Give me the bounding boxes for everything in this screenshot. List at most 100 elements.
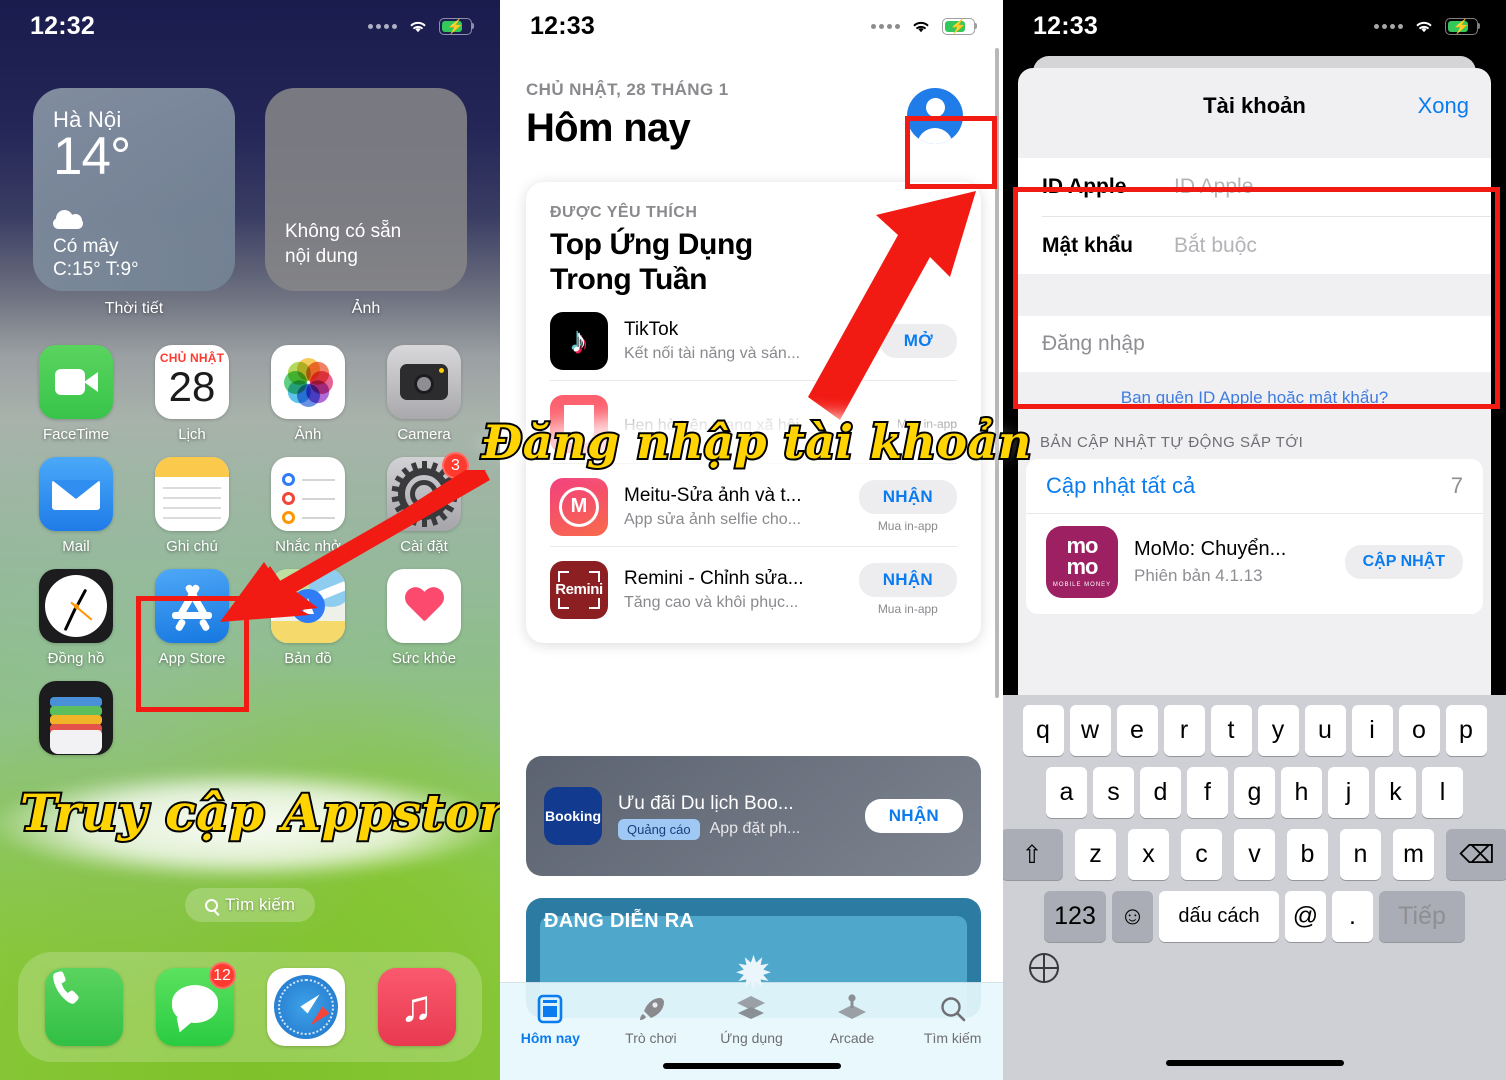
update-all-row[interactable]: Cập nhật tất cả 7 xyxy=(1026,459,1483,513)
key-w[interactable]: w xyxy=(1069,705,1111,756)
key-p[interactable]: p xyxy=(1445,705,1487,756)
app-clock[interactable]: Đồng hồ xyxy=(18,569,134,667)
update-list-item[interactable]: mo mo MOBILE MONEY MoMo: Chuyển... Phiên… xyxy=(1026,513,1483,614)
key-i[interactable]: i xyxy=(1351,705,1393,756)
dock-music[interactable]: ♫ xyxy=(377,968,456,1046)
key-h[interactable]: h xyxy=(1281,767,1322,818)
featured-app-row[interactable]: ♪ TikTok Kết nối tài năng và sán... MỞ xyxy=(550,298,957,380)
key-g[interactable]: g xyxy=(1234,767,1275,818)
key-n[interactable]: n xyxy=(1340,829,1381,880)
panel-app-store: 12:33 ⚡ CHỦ NHẬT, 28 THÁNG 1 Hôm nay ĐƯỢ… xyxy=(500,0,1003,1080)
app-notes[interactable]: Ghi chú xyxy=(134,457,250,555)
app-facetime[interactable]: FaceTime xyxy=(18,345,134,443)
backspace-key[interactable]: ⌫ xyxy=(1446,829,1506,880)
key-u[interactable]: u xyxy=(1304,705,1346,756)
get-button[interactable]: NHẬN xyxy=(858,480,957,515)
ad-subtitle: App đặt ph... xyxy=(709,820,801,837)
booking-icon-text: Booking xyxy=(545,808,601,824)
app-calendar[interactable]: CHỦ NHẬT 28 Lịch xyxy=(134,345,250,443)
tab-today[interactable]: Hôm nay xyxy=(500,993,601,1046)
weather-highlow: C:15° T:9° xyxy=(53,259,139,281)
key-c[interactable]: c xyxy=(1181,829,1222,880)
apple-id-field[interactable]: ID Apple xyxy=(1174,175,1467,199)
key-m[interactable]: m xyxy=(1393,829,1434,880)
update-app-name: MoMo: Chuyển... xyxy=(1134,538,1287,560)
get-button[interactable]: NHẬN xyxy=(858,563,957,598)
tab-games[interactable]: Trò chơi xyxy=(601,993,702,1046)
app-row-1: FaceTime CHỦ NHẬT 28 Lịch Ảnh Camera xyxy=(18,345,482,457)
key-y[interactable]: y xyxy=(1257,705,1299,756)
app-settings[interactable]: 3 Cài đặt xyxy=(366,452,482,555)
app-mail[interactable]: Mail xyxy=(18,457,134,555)
dock-safari[interactable] xyxy=(266,968,345,1046)
tab-apps[interactable]: Ứng dụng xyxy=(701,993,802,1046)
key-v[interactable]: v xyxy=(1234,829,1275,880)
key-e[interactable]: e xyxy=(1116,705,1158,756)
dock-messages[interactable]: 12 xyxy=(155,962,236,1046)
at-key[interactable]: @ xyxy=(1285,891,1326,942)
panel-account-sheet: 12:33 ⚡ Tài khoản Xong ID Apple ID Apple… xyxy=(1003,0,1506,1080)
key-x[interactable]: x xyxy=(1128,829,1169,880)
home-search-pill[interactable]: Tìm kiếm xyxy=(185,888,315,922)
joystick-icon xyxy=(836,993,868,1025)
featured-app-row[interactable]: Remini Remini - Chỉnh sửa... Tăng cao và… xyxy=(550,545,957,629)
ad-get-button[interactable]: NHẬN xyxy=(864,799,963,833)
weather-condition: Có mây xyxy=(53,236,119,258)
sign-in-row[interactable]: Đăng nhập xyxy=(1018,316,1491,372)
app-name: Remini - Chỉnh sửa... xyxy=(624,567,804,589)
key-o[interactable]: o xyxy=(1398,705,1440,756)
key-j[interactable]: j xyxy=(1328,767,1369,818)
app-reminders[interactable]: Nhắc nhở xyxy=(250,457,366,555)
app-label: Sức khỏe xyxy=(391,650,457,667)
open-button[interactable]: MỞ xyxy=(879,323,957,358)
mail-icon xyxy=(39,457,113,531)
key-b[interactable]: b xyxy=(1287,829,1328,880)
maps-icon xyxy=(271,569,345,643)
globe-icon[interactable] xyxy=(1029,953,1059,983)
status-bar-appstore: 12:33 ⚡ xyxy=(500,0,1003,52)
signal-dots-icon xyxy=(1374,23,1403,29)
phone-icon xyxy=(44,968,123,1046)
apple-id-row[interactable]: ID Apple ID Apple xyxy=(1018,158,1491,216)
key-z[interactable]: z xyxy=(1075,829,1116,880)
photos-widget[interactable]: Không có sẵn nội dung xyxy=(265,88,467,291)
app-appstore[interactable]: App Store xyxy=(134,569,250,667)
app-grid: FaceTime CHỦ NHẬT 28 Lịch Ảnh Camera Mai… xyxy=(18,345,482,793)
dock-phone[interactable] xyxy=(44,968,123,1046)
shift-key[interactable]: ⇧ xyxy=(1003,829,1063,880)
key-q[interactable]: q xyxy=(1022,705,1064,756)
weather-widget[interactable]: Hà Nội 14° Có mây C:15° T:9° xyxy=(33,88,235,291)
period-key[interactable]: . xyxy=(1332,891,1373,942)
key-l[interactable]: l xyxy=(1422,767,1463,818)
key-d[interactable]: d xyxy=(1140,767,1181,818)
app-label: Đồng hồ xyxy=(47,650,105,667)
space-key[interactable]: dấu cách xyxy=(1159,891,1279,942)
password-field[interactable]: Bắt buộc xyxy=(1174,234,1467,258)
password-row[interactable]: Mật khẩu Bắt buộc xyxy=(1042,216,1491,274)
vertical-scrollbar[interactable] xyxy=(995,48,999,698)
emoji-key[interactable]: ☺ xyxy=(1112,891,1153,942)
status-bar-account: 12:33 ⚡ xyxy=(1003,0,1506,52)
battery-charging-icon: ⚡ xyxy=(439,17,474,35)
key-k[interactable]: k xyxy=(1375,767,1416,818)
key-f[interactable]: f xyxy=(1187,767,1228,818)
key-r[interactable]: r xyxy=(1163,705,1205,756)
app-maps[interactable]: Bản đồ xyxy=(250,569,366,667)
key-t[interactable]: t xyxy=(1210,705,1252,756)
tab-search[interactable]: Tìm kiếm xyxy=(902,993,1003,1046)
app-wallet[interactable]: Ví xyxy=(18,681,134,779)
next-key[interactable]: Tiếp xyxy=(1379,891,1465,942)
status-time: 12:32 xyxy=(30,11,95,40)
advertisement-card[interactable]: Booking Ưu đãi Du lịch Boo... Quảng cáo … xyxy=(526,756,981,876)
key-a[interactable]: a xyxy=(1046,767,1087,818)
done-button[interactable]: Xong xyxy=(1418,93,1469,119)
app-camera[interactable]: Camera xyxy=(366,345,482,443)
key-s[interactable]: s xyxy=(1093,767,1134,818)
app-photos[interactable]: Ảnh xyxy=(250,345,366,443)
app-health[interactable]: Sức khỏe xyxy=(366,569,482,667)
forgot-credentials-link[interactable]: Bạn quên ID Apple hoặc mật khẩu? xyxy=(1018,388,1491,408)
account-avatar-icon[interactable] xyxy=(907,88,963,144)
numbers-key[interactable]: 123 xyxy=(1044,891,1106,942)
update-button[interactable]: CẬP NHẬT xyxy=(1344,545,1463,579)
tab-arcade[interactable]: Arcade xyxy=(802,993,903,1046)
